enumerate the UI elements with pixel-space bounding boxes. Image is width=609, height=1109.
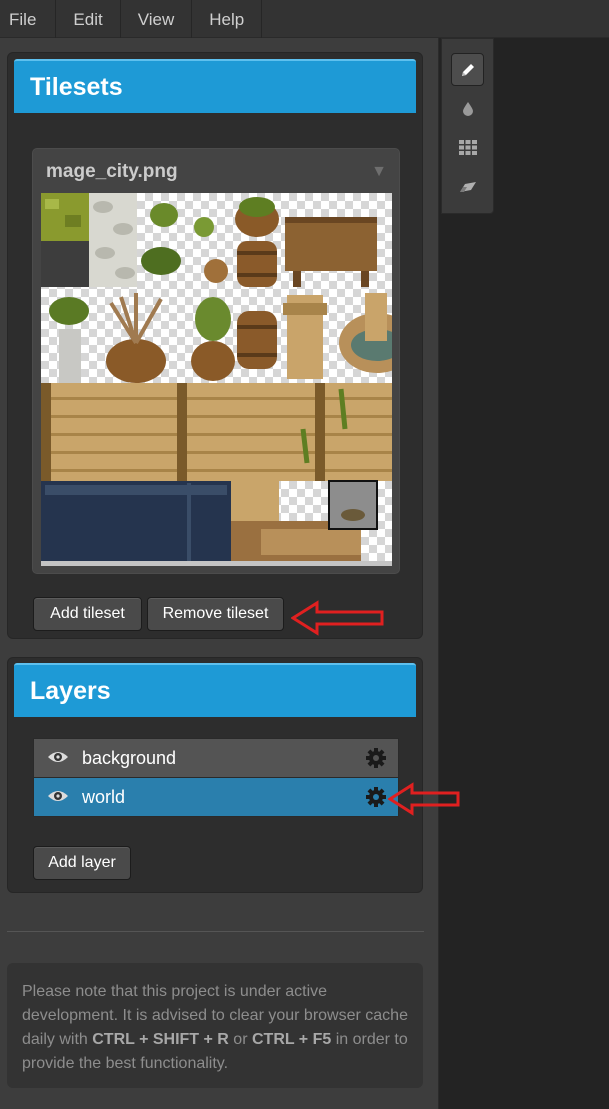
tool-fill[interactable] — [451, 92, 484, 125]
layer-name: background — [82, 748, 177, 768]
grid-icon — [458, 140, 477, 155]
development-notice: Please note that this project is under a… — [7, 963, 423, 1088]
tool-eraser[interactable] — [451, 170, 484, 203]
tilesets-title: Tilesets — [14, 59, 416, 113]
add-tileset-button[interactable]: Add tileset — [33, 597, 142, 631]
notice-shortcut: CTRL + SHIFT + R — [92, 1031, 229, 1048]
layer-row-world[interactable]: world — [33, 777, 399, 817]
gear-icon[interactable] — [366, 787, 386, 807]
tool-grid[interactable] — [451, 131, 484, 164]
add-layer-button[interactable]: Add layer — [33, 846, 131, 880]
layer-name: world — [82, 787, 126, 807]
tileset-image[interactable] — [41, 193, 392, 566]
tilesets-panel: Tilesets mage_city.png ▼ Add tileset Rem… — [7, 52, 423, 639]
menu-edit[interactable]: Edit — [56, 0, 121, 38]
menu-help[interactable]: Help — [192, 0, 263, 38]
remove-tileset-button[interactable]: Remove tileset — [147, 597, 284, 631]
layer-row-background[interactable]: background — [33, 738, 399, 778]
menu-file[interactable]: File — [0, 0, 57, 38]
fill-drop-icon — [462, 101, 473, 116]
tileset-select[interactable]: mage_city.png — [46, 161, 178, 183]
notice-shortcut: CTRL + F5 — [251, 1031, 332, 1048]
gear-icon[interactable] — [366, 748, 386, 768]
sidebar: Tilesets mage_city.png ▼ Add tileset Rem… — [0, 38, 460, 1109]
eye-icon[interactable] — [47, 788, 69, 804]
menu-bar: File Edit View Help — [0, 0, 609, 38]
divider — [7, 931, 424, 932]
eraser-icon — [459, 181, 476, 192]
chevron-down-icon[interactable]: ▼ — [371, 163, 387, 181]
pencil-icon — [461, 63, 474, 76]
tool-pencil[interactable] — [451, 53, 484, 86]
tileset-sprites — [41, 193, 392, 566]
tileset-viewer: mage_city.png ▼ — [32, 148, 400, 574]
menu-view[interactable]: View — [121, 0, 193, 38]
layers-panel: Layers background world Add layer — [7, 657, 460, 893]
annotation-arrow-icon — [388, 782, 460, 816]
notice-text: or — [228, 1031, 252, 1048]
eye-icon[interactable] — [47, 749, 69, 765]
layers-title: Layers — [14, 663, 416, 717]
annotation-arrow-icon — [291, 600, 384, 636]
tool-palette — [441, 38, 494, 214]
